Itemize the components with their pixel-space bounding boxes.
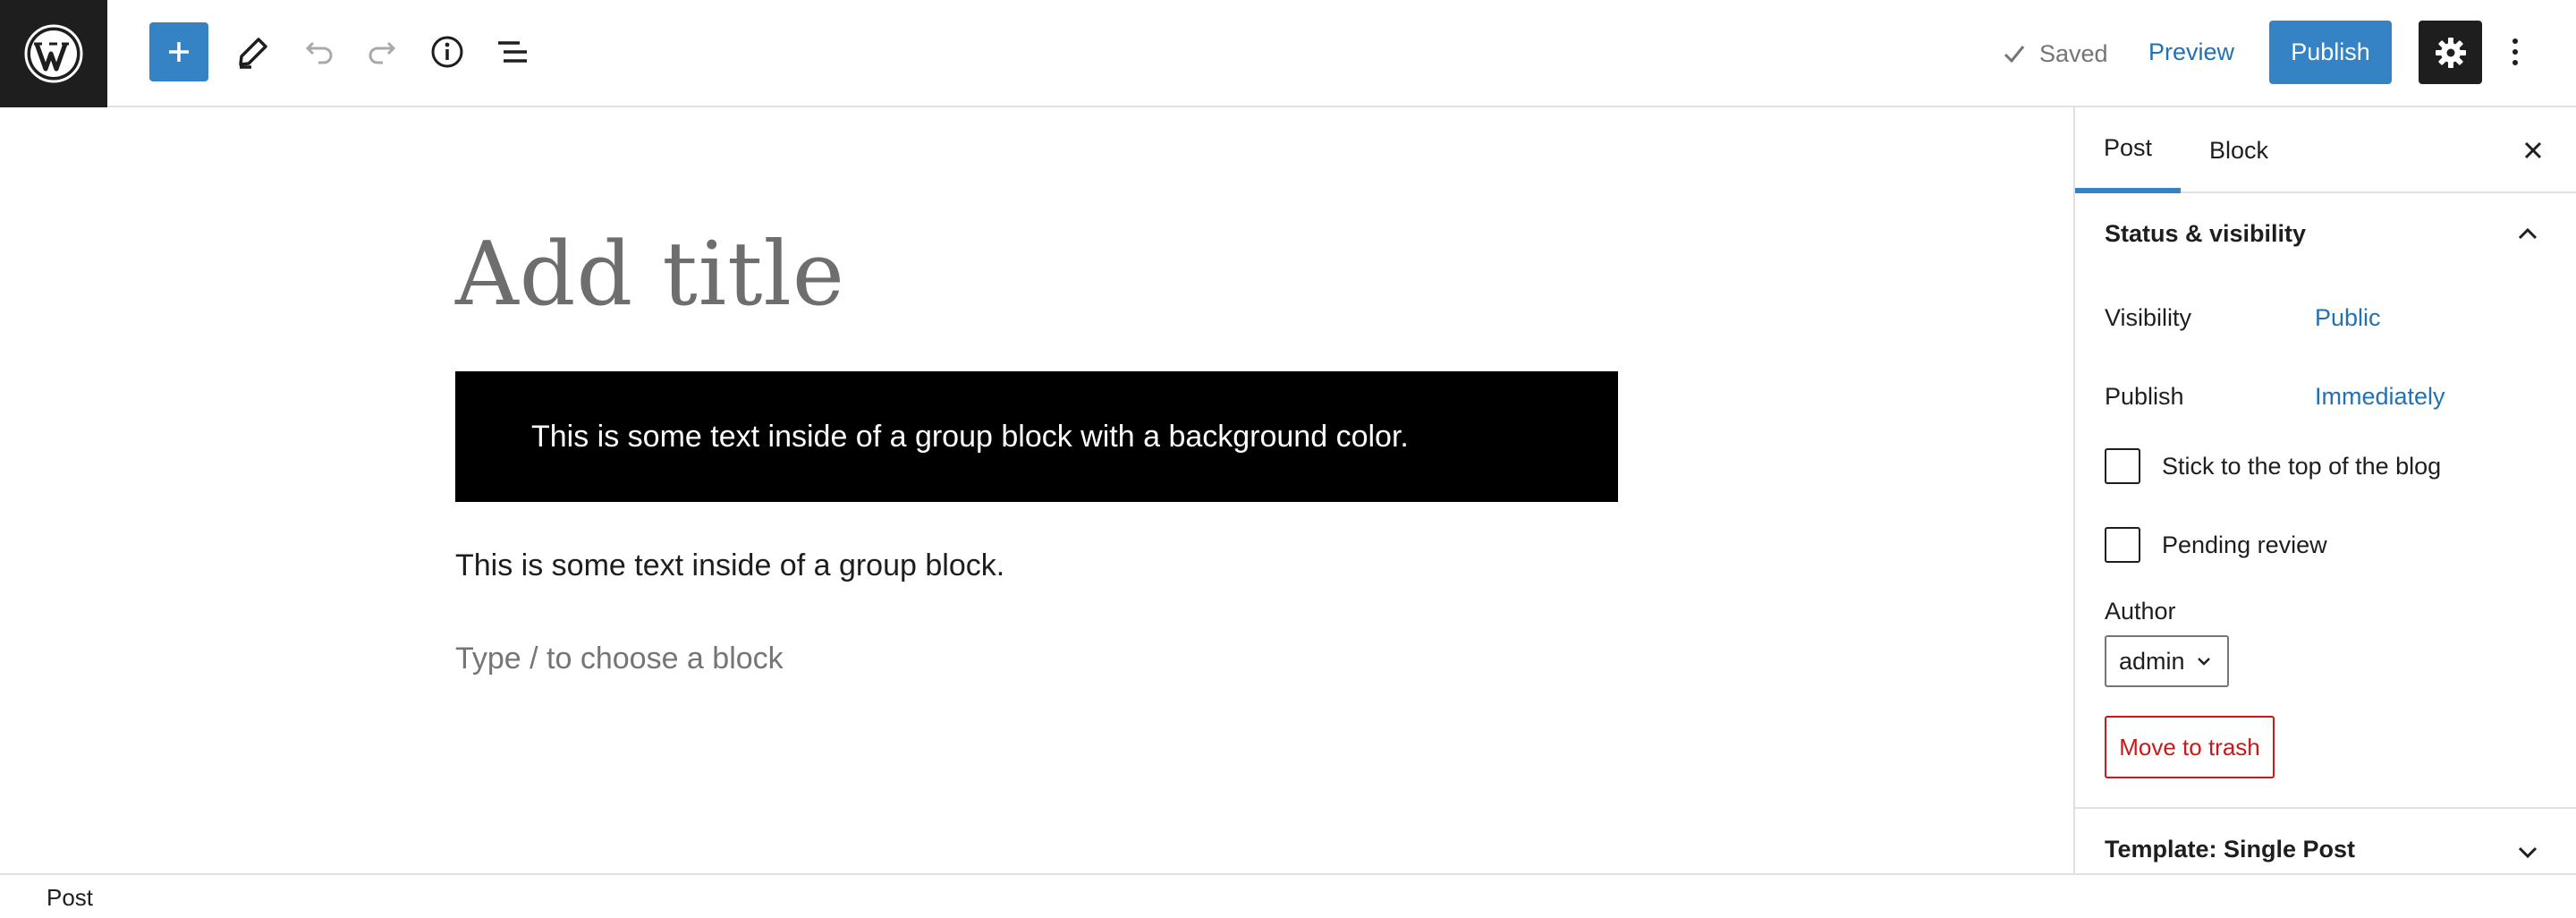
- plus-icon: [169, 42, 189, 62]
- saved-indicator: Saved: [2002, 36, 2108, 72]
- sidebar-tabs: Post Block: [2075, 107, 2576, 193]
- undo-button[interactable]: [292, 22, 345, 81]
- sticky-checkbox[interactable]: [2105, 448, 2140, 484]
- breadcrumb-post[interactable]: Post: [47, 884, 93, 912]
- sticky-label: Stick to the top of the blog: [2162, 452, 2442, 480]
- saved-label: Saved: [2039, 39, 2108, 67]
- list-view-button[interactable]: [486, 22, 539, 81]
- template-panel-toggle[interactable]: Template: Single Post: [2105, 836, 2355, 863]
- list-view-icon: [498, 41, 527, 63]
- options-button[interactable]: [2496, 22, 2535, 81]
- pending-review-checkbox[interactable]: [2105, 527, 2140, 563]
- author-select[interactable]: admin: [2105, 635, 2229, 687]
- check-icon: [2004, 46, 2025, 64]
- group-block-paragraph[interactable]: This is some text inside of a group bloc…: [455, 548, 1004, 583]
- publish-date-toggle[interactable]: Immediately: [2315, 383, 2445, 411]
- gear-icon: [2435, 37, 2466, 68]
- template-panel: Template: Single Post: [2075, 809, 2576, 873]
- settings-sidebar: Post Block Status & visibility Visibilit…: [2073, 107, 2576, 873]
- block-breadcrumb-bar: Post: [0, 873, 2576, 918]
- chevron-down-icon: [2197, 658, 2210, 666]
- author-value: admin: [2119, 647, 2185, 675]
- move-to-trash-button[interactable]: Move to trash: [2105, 716, 2275, 778]
- preview-button[interactable]: Preview: [2148, 27, 2234, 77]
- tools-button[interactable]: [226, 22, 280, 81]
- redo-button[interactable]: [356, 22, 410, 81]
- redo-icon: [369, 41, 396, 64]
- block-appender[interactable]: Type / to choose a block: [455, 642, 784, 676]
- status-visibility-panel: Status & visibility Visibility Public Pu…: [2075, 193, 2576, 809]
- wordpress-icon: [24, 24, 83, 83]
- editor-canvas: Add title This is some text inside of a …: [0, 107, 2073, 873]
- close-sidebar-button[interactable]: [2515, 132, 2551, 168]
- settings-button[interactable]: [2419, 21, 2482, 84]
- tab-block[interactable]: Block: [2181, 107, 2297, 193]
- group-block-dark[interactable]: This is some text inside of a group bloc…: [455, 371, 1618, 502]
- tab-post[interactable]: Post: [2075, 107, 2181, 193]
- close-icon: [2524, 141, 2542, 159]
- undo-icon: [305, 41, 333, 64]
- info-icon: [431, 36, 463, 68]
- chevron-up-icon[interactable]: [2513, 220, 2542, 249]
- post-title-input[interactable]: Add title: [455, 224, 845, 326]
- publish-label: Publish: [2105, 383, 2184, 410]
- chevron-down-icon[interactable]: [2513, 837, 2542, 866]
- details-button[interactable]: [420, 22, 474, 81]
- visibility-label: Visibility: [2105, 304, 2192, 331]
- author-label: Author: [2105, 598, 2176, 625]
- pencil-icon: [239, 38, 267, 69]
- block-inserter-button[interactable]: [149, 22, 208, 81]
- more-vertical-icon: [2512, 38, 2518, 65]
- status-panel-toggle[interactable]: Status & visibility: [2105, 220, 2306, 248]
- wordpress-logo-button[interactable]: [0, 0, 107, 107]
- pending-review-label: Pending review: [2162, 531, 2327, 558]
- editor-header: Saved Preview Publish: [0, 0, 2576, 107]
- pending-review-option: Pending review: [2105, 527, 2327, 563]
- group-dark-paragraph[interactable]: This is some text inside of a group bloc…: [531, 420, 1409, 455]
- visibility-toggle[interactable]: Public: [2315, 304, 2381, 332]
- sticky-option: Stick to the top of the blog: [2105, 448, 2441, 484]
- publish-button[interactable]: Publish: [2269, 21, 2392, 84]
